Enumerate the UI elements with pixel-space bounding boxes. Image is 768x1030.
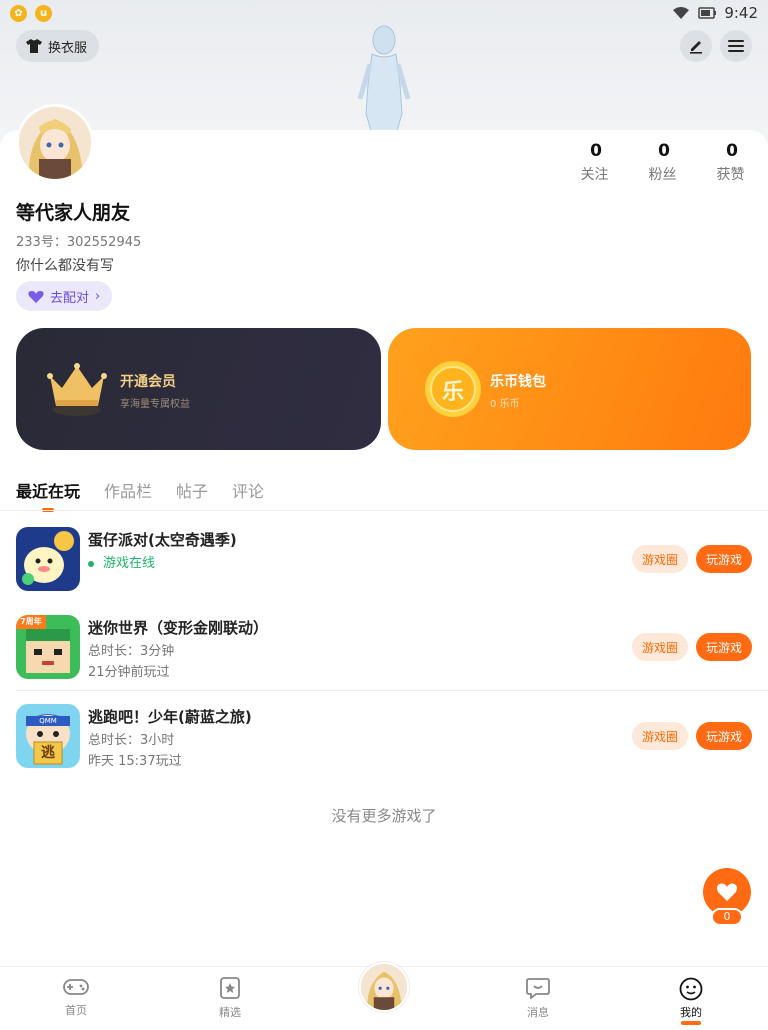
status-right: 9:42 xyxy=(672,4,758,22)
game-name: 逃跑吧！少年(蔚蓝之旅) xyxy=(88,708,252,726)
mini-world-badge: 7周年 xyxy=(20,617,42,626)
stat-fans-label: 粉丝 xyxy=(648,167,677,183)
tab-posts[interactable]: 帖子 xyxy=(176,478,208,502)
game-playtime: 总时长：3小时 xyxy=(88,733,175,748)
nav-home-label: 首页 xyxy=(65,1004,87,1017)
bio: 你什么都没有写 xyxy=(16,258,114,274)
chevron-right-icon: › xyxy=(95,288,101,304)
vip-subtitle: 享海量专属权益 xyxy=(120,399,190,410)
gamepad-icon xyxy=(63,979,89,995)
online-label: 游戏在线 xyxy=(103,556,156,571)
match-label: 去配对 xyxy=(50,290,90,306)
nav-featured-label: 精选 xyxy=(219,1006,241,1019)
vip-title: 开通会员 xyxy=(120,374,176,390)
stat-likes[interactable]: 0 获赞 xyxy=(716,141,746,184)
game-last-played: 21分钟前玩过 xyxy=(88,665,170,680)
nav-messages-label: 消息 xyxy=(527,1006,549,1019)
stat-fans-count: 0 xyxy=(658,141,670,161)
avatar-center-image xyxy=(361,964,407,1010)
game-name: 迷你世界（变形金刚联动） xyxy=(88,619,269,637)
chat-bubble-icon xyxy=(526,978,550,1000)
stat-fans[interactable]: 0 粉丝 xyxy=(648,141,678,184)
status-bar: ✿ u 9:42 xyxy=(0,0,768,26)
edit-profile-button[interactable] xyxy=(680,30,712,62)
play-game-button[interactable]: 玩游戏 xyxy=(696,545,752,573)
game-circle-button[interactable]: 游戏圈 xyxy=(632,545,688,573)
status-time: 9:42 xyxy=(724,4,758,22)
game-icon-escape-boy[interactable]: QMM 逃 xyxy=(16,704,80,768)
like-count: 0 xyxy=(711,908,743,926)
pen-icon xyxy=(690,41,702,54)
play-game-button[interactable]: 玩游戏 xyxy=(696,722,752,750)
game-row[interactable]: 7周年 迷你世界（变形金刚联动） 总时长：3分钟 21分钟前玩过 游戏圈 玩游戏 xyxy=(0,599,768,687)
game-last-played: 昨天 15:37玩过 xyxy=(88,754,182,769)
nav-mine[interactable]: 我的 xyxy=(661,977,721,1025)
tab-recently-played[interactable]: 最近在玩 xyxy=(16,478,80,512)
heart-pair-icon xyxy=(28,290,44,303)
menu-button[interactable] xyxy=(720,30,752,62)
stat-following-count: 0 xyxy=(590,141,602,161)
match-button[interactable]: 去配对 › xyxy=(16,281,113,311)
avatar-figure xyxy=(357,25,411,134)
nav-active-indicator xyxy=(681,1021,701,1025)
coin-wallet-card[interactable]: 乐 乐币钱包 0 乐币 xyxy=(388,328,751,450)
heart-icon xyxy=(717,883,737,901)
wardrobe-button[interactable]: 换衣服 xyxy=(16,30,100,62)
game-name: 蛋仔派对(太空奇遇季) xyxy=(88,531,237,549)
shirt-icon xyxy=(26,39,42,53)
nickname: 等代家人朋友 xyxy=(16,202,131,224)
profile-tabs: 最近在玩 作品栏 帖子 评论 xyxy=(16,478,264,512)
smile-face-icon xyxy=(679,977,703,1001)
game-icon-mini-world[interactable]: 7周年 xyxy=(16,615,80,679)
game-playtime: 总时长：3分钟 xyxy=(88,644,175,659)
u-app-icon: u xyxy=(35,4,52,22)
wifi-icon xyxy=(673,7,690,19)
status-left-icons: ✿ u xyxy=(10,4,52,22)
tab-works[interactable]: 作品栏 xyxy=(104,478,152,502)
bottom-nav: 首页 精选 消息 我的 xyxy=(0,962,768,1025)
star-card-icon xyxy=(220,977,240,999)
tab-comments[interactable]: 评论 xyxy=(232,478,264,502)
game-circle-button[interactable]: 游戏圈 xyxy=(632,722,688,750)
wardrobe-label: 换衣服 xyxy=(48,40,88,56)
online-dot xyxy=(88,560,94,567)
eggy-party-image xyxy=(16,527,80,591)
stat-likes-label: 获赞 xyxy=(716,167,745,183)
game-icon-eggy-party[interactable] xyxy=(16,527,80,591)
game-row[interactable]: 蛋仔派对(太空奇遇季) 游戏在线 游戏圈 玩游戏 xyxy=(0,511,768,599)
stat-likes-count: 0 xyxy=(726,141,738,161)
coin-title: 乐币钱包 xyxy=(490,374,546,390)
nav-mine-label: 我的 xyxy=(680,1006,702,1019)
avatar[interactable] xyxy=(16,104,94,182)
nav-featured[interactable]: 精选 xyxy=(200,977,260,1020)
vip-card[interactable]: 开通会员 享海量专属权益 xyxy=(16,328,381,450)
coin-glyph: 乐 xyxy=(441,380,464,405)
stat-following[interactable]: 0 关注 xyxy=(580,141,610,184)
anime-avatar-image xyxy=(19,107,91,179)
user-id: 233号：302552945 xyxy=(16,235,142,250)
game-row[interactable]: QMM 逃 逃跑吧！少年(蔚蓝之旅) 总时长：3小时 昨天 15:37玩过 游戏… xyxy=(0,688,768,776)
coin-subtitle: 0 乐币 xyxy=(490,399,520,410)
crown-icon xyxy=(47,363,107,416)
play-game-button[interactable]: 玩游戏 xyxy=(696,633,752,661)
battery-icon xyxy=(698,7,717,19)
game-circle-button[interactable]: 游戏圈 xyxy=(632,633,688,661)
game-online-status: 游戏在线 xyxy=(88,552,155,571)
hamburger-icon xyxy=(728,40,744,52)
nav-messages[interactable]: 消息 xyxy=(508,977,568,1020)
escape-cap-text: QMM xyxy=(39,717,57,725)
no-more-games-text: 没有更多游戏了 xyxy=(331,807,437,825)
escape-badge-text: 逃 xyxy=(41,745,55,761)
profile-stats: 0 关注 0 粉丝 0 获赞 xyxy=(580,141,746,184)
game-app-icon: ✿ xyxy=(10,4,27,22)
stat-following-label: 关注 xyxy=(580,167,609,183)
nav-home[interactable]: 首页 xyxy=(46,977,106,1018)
nav-avatar-center[interactable] xyxy=(359,962,409,1012)
